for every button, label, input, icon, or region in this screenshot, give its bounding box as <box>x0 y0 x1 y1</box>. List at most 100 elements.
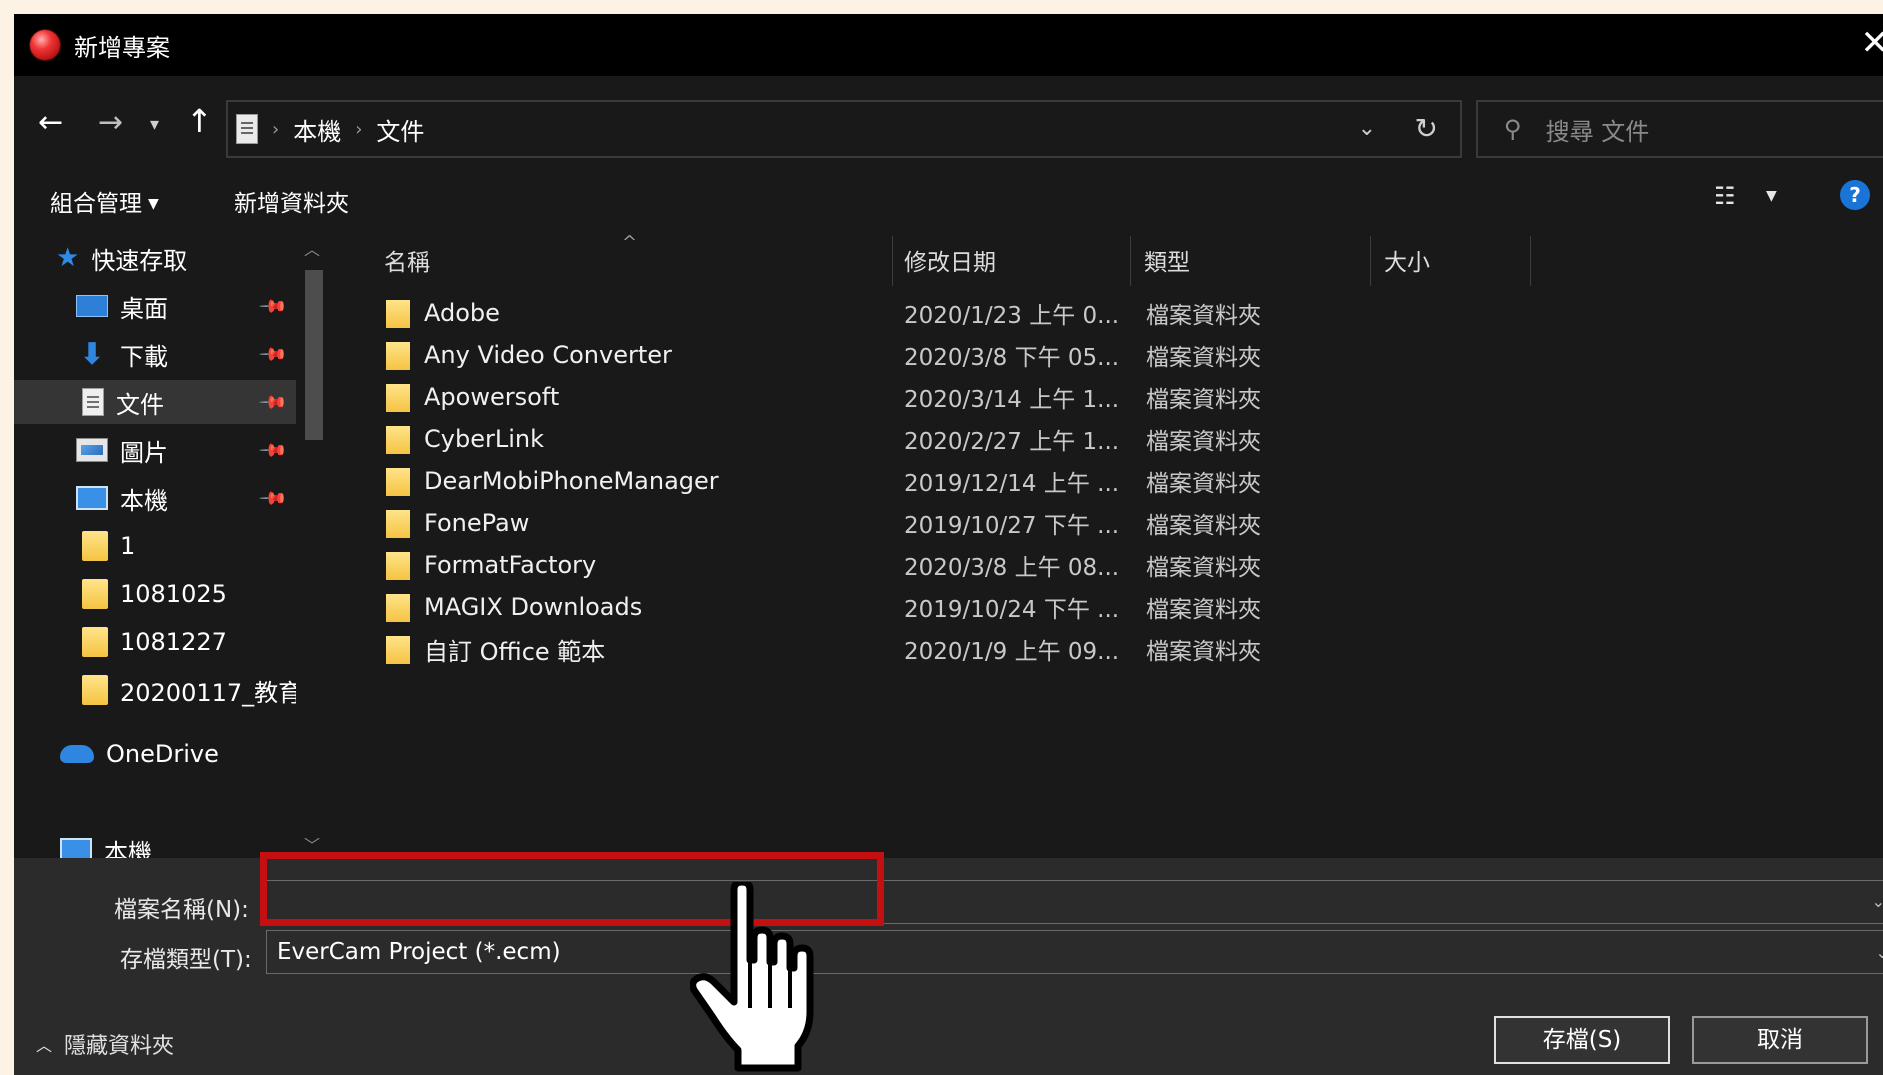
sort-ascending-chevron-icon: ^ <box>622 232 638 253</box>
file-row[interactable]: FonePaw 2019/10/27 下午 ... 檔案資料夾 <box>330 502 1530 544</box>
file-row[interactable]: CyberLink 2020/2/27 上午 1... 檔案資料夾 <box>330 418 1530 460</box>
sidebar-item-folder-1081227[interactable]: 1081227 <box>14 620 330 664</box>
file-list: ^ 名稱 修改日期 類型 大小 Adobe 2020/1/23 上午 0... … <box>330 232 1883 858</box>
forward-arrow-icon[interactable]: → <box>98 108 123 138</box>
address-bar[interactable]: › 本機 › 文件 ⌄ ↻ <box>226 100 1462 158</box>
dialog-title: 新增專案 <box>74 33 170 62</box>
file-type: 檔案資料夾 <box>1146 555 1261 581</box>
file-row[interactable]: Any Video Converter 2020/3/8 下午 05... 檔案… <box>330 334 1530 376</box>
pin-icon[interactable]: 📌 <box>258 291 289 322</box>
folder-icon <box>386 552 410 580</box>
folder-icon <box>386 426 410 454</box>
computer-icon <box>60 838 92 858</box>
save-button[interactable]: 存檔(S) <box>1494 1016 1670 1064</box>
column-divider[interactable] <box>892 236 893 286</box>
new-folder-button[interactable]: 新增資料夾 <box>234 184 349 218</box>
sidebar-item-folder-20200117[interactable]: 20200117_教育 <box>14 668 330 712</box>
file-name: Apowersoft <box>424 383 560 411</box>
navigation-scrollbar[interactable]: ︿ ﹀ <box>296 232 330 858</box>
scroll-up-chevron-icon[interactable]: ︿ <box>304 236 320 260</box>
download-icon: ⬇ <box>79 336 105 372</box>
navigation-bar: ← → ▾ ↑ › 本機 › 文件 ⌄ ↻ ⚲ 搜尋 文件 <box>14 76 1883 160</box>
file-name: FormatFactory <box>424 551 597 579</box>
folder-icon <box>82 579 108 609</box>
column-header-date-modified[interactable]: 修改日期 <box>904 232 996 288</box>
file-name: Adobe <box>424 299 500 327</box>
file-type: 檔案資料夾 <box>1146 429 1261 455</box>
file-date: 2019/10/24 下午 ... <box>904 597 1120 623</box>
file-type: 檔案資料夾 <box>1146 513 1261 539</box>
caret-down-icon: ▼ <box>148 196 159 212</box>
breadcrumb-separator-icon[interactable]: › <box>272 119 279 140</box>
file-row[interactable]: DearMobiPhoneManager 2019/12/14 上午 ... 檔… <box>330 460 1530 502</box>
file-row[interactable]: Apowersoft 2020/3/14 上午 1... 檔案資料夾 <box>330 376 1530 418</box>
filetype-select[interactable]: EverCam Project (*.ecm) ⌄ <box>266 930 1883 974</box>
file-type: 檔案資料夾 <box>1146 345 1261 371</box>
column-header-size[interactable]: 大小 <box>1384 232 1430 288</box>
sidebar-item-label: 文件 <box>116 390 164 419</box>
sidebar-item-quick-access[interactable]: ★ 快速存取 <box>14 236 330 280</box>
column-header-type[interactable]: 類型 <box>1144 232 1190 288</box>
help-button[interactable]: ? <box>1840 180 1870 210</box>
file-row[interactable]: FormatFactory 2020/3/8 上午 08... 檔案資料夾 <box>330 544 1530 586</box>
caret-down-icon[interactable]: ▼ <box>1766 188 1777 204</box>
sidebar-item-label: 20200117_教育 <box>120 678 303 707</box>
sidebar-item-label: 1081227 <box>120 628 227 656</box>
filename-label: 檔案名稱(N): <box>114 897 249 923</box>
hide-folders-toggle[interactable]: ︿ 隱藏資料夾 <box>36 1028 174 1060</box>
search-placeholder[interactable]: 搜尋 文件 <box>1546 112 1650 147</box>
file-type: 檔案資料夾 <box>1146 639 1261 665</box>
sidebar-item-documents[interactable]: 文件 📌 <box>14 380 330 424</box>
file-row[interactable]: MAGIX Downloads 2019/10/24 下午 ... 檔案資料夾 <box>330 586 1530 628</box>
address-history-chevron-icon[interactable]: ⌄ <box>1358 116 1376 141</box>
close-icon[interactable]: ✕ <box>1861 26 1883 60</box>
cancel-button[interactable]: 取消 <box>1692 1016 1868 1064</box>
sidebar-item-pictures[interactable]: 圖片 📌 <box>14 428 330 472</box>
sidebar-item-label: 本機 <box>104 838 152 859</box>
sidebar-item-folder-1081025[interactable]: 1081025 <box>14 572 330 616</box>
onedrive-icon <box>60 745 94 763</box>
file-date: 2019/10/27 下午 ... <box>904 513 1120 539</box>
column-divider[interactable] <box>1530 236 1531 286</box>
refresh-icon[interactable]: ↻ <box>1415 112 1438 145</box>
chevron-down-icon[interactable]: ⌄ <box>1876 943 1883 962</box>
pin-icon[interactable]: 📌 <box>258 435 289 466</box>
file-date: 2020/1/9 上午 09... <box>904 639 1120 665</box>
file-name: MAGIX Downloads <box>424 593 643 621</box>
sidebar-item-label: 桌面 <box>120 294 168 323</box>
search-icon: ⚲ <box>1504 115 1522 143</box>
file-row[interactable]: 自訂 Office 範本 2020/1/9 上午 09... 檔案資料夾 <box>330 628 1530 670</box>
column-divider[interactable] <box>1370 236 1371 286</box>
file-row[interactable]: Adobe 2020/1/23 上午 0... 檔案資料夾 <box>330 292 1530 334</box>
file-date: 2020/3/14 上午 1... <box>904 387 1120 413</box>
search-box[interactable]: ⚲ 搜尋 文件 <box>1476 100 1883 158</box>
pin-icon[interactable]: 📌 <box>258 387 289 418</box>
column-divider[interactable] <box>1130 236 1131 286</box>
sidebar-item-this-pc[interactable]: 本機 📌 <box>14 476 330 520</box>
folder-icon <box>82 675 108 705</box>
sidebar-item-desktop[interactable]: 桌面 📌 <box>14 284 330 328</box>
organize-menu-button[interactable]: 組合管理 ▼ <box>50 184 159 218</box>
sidebar-item-onedrive[interactable]: OneDrive <box>14 732 330 776</box>
up-arrow-icon[interactable]: ↑ <box>186 105 213 137</box>
pin-icon[interactable]: 📌 <box>258 339 289 370</box>
breadcrumb-this-pc[interactable]: 本機 <box>293 112 341 147</box>
pin-icon[interactable]: 📌 <box>258 483 289 514</box>
back-arrow-icon[interactable]: ← <box>38 108 63 138</box>
command-bar: 組合管理 ▼ 新增資料夾 ☷ ▼ ? <box>14 160 1883 232</box>
view-options-icon[interactable]: ☷ <box>1714 182 1736 210</box>
app-logo-icon <box>30 30 60 60</box>
folder-icon <box>386 342 410 370</box>
sidebar-item-label: 快速存取 <box>91 246 188 275</box>
breadcrumb-documents[interactable]: 文件 <box>376 112 424 147</box>
file-name: FonePaw <box>424 509 530 537</box>
breadcrumb-separator-icon[interactable]: › <box>355 119 362 140</box>
chevron-down-icon[interactable]: ⌄ <box>1872 892 1883 911</box>
desktop-icon <box>76 295 108 317</box>
column-header-name[interactable]: 名稱 <box>384 232 430 288</box>
sidebar-item-downloads[interactable]: ⬇ 下載 📌 <box>14 332 330 376</box>
sidebar-item-folder-1[interactable]: 1 <box>14 524 330 568</box>
recent-locations-chevron-icon[interactable]: ▾ <box>150 110 159 140</box>
scrollbar-thumb[interactable] <box>305 270 323 440</box>
filetype-value: EverCam Project (*.ecm) <box>277 939 561 965</box>
